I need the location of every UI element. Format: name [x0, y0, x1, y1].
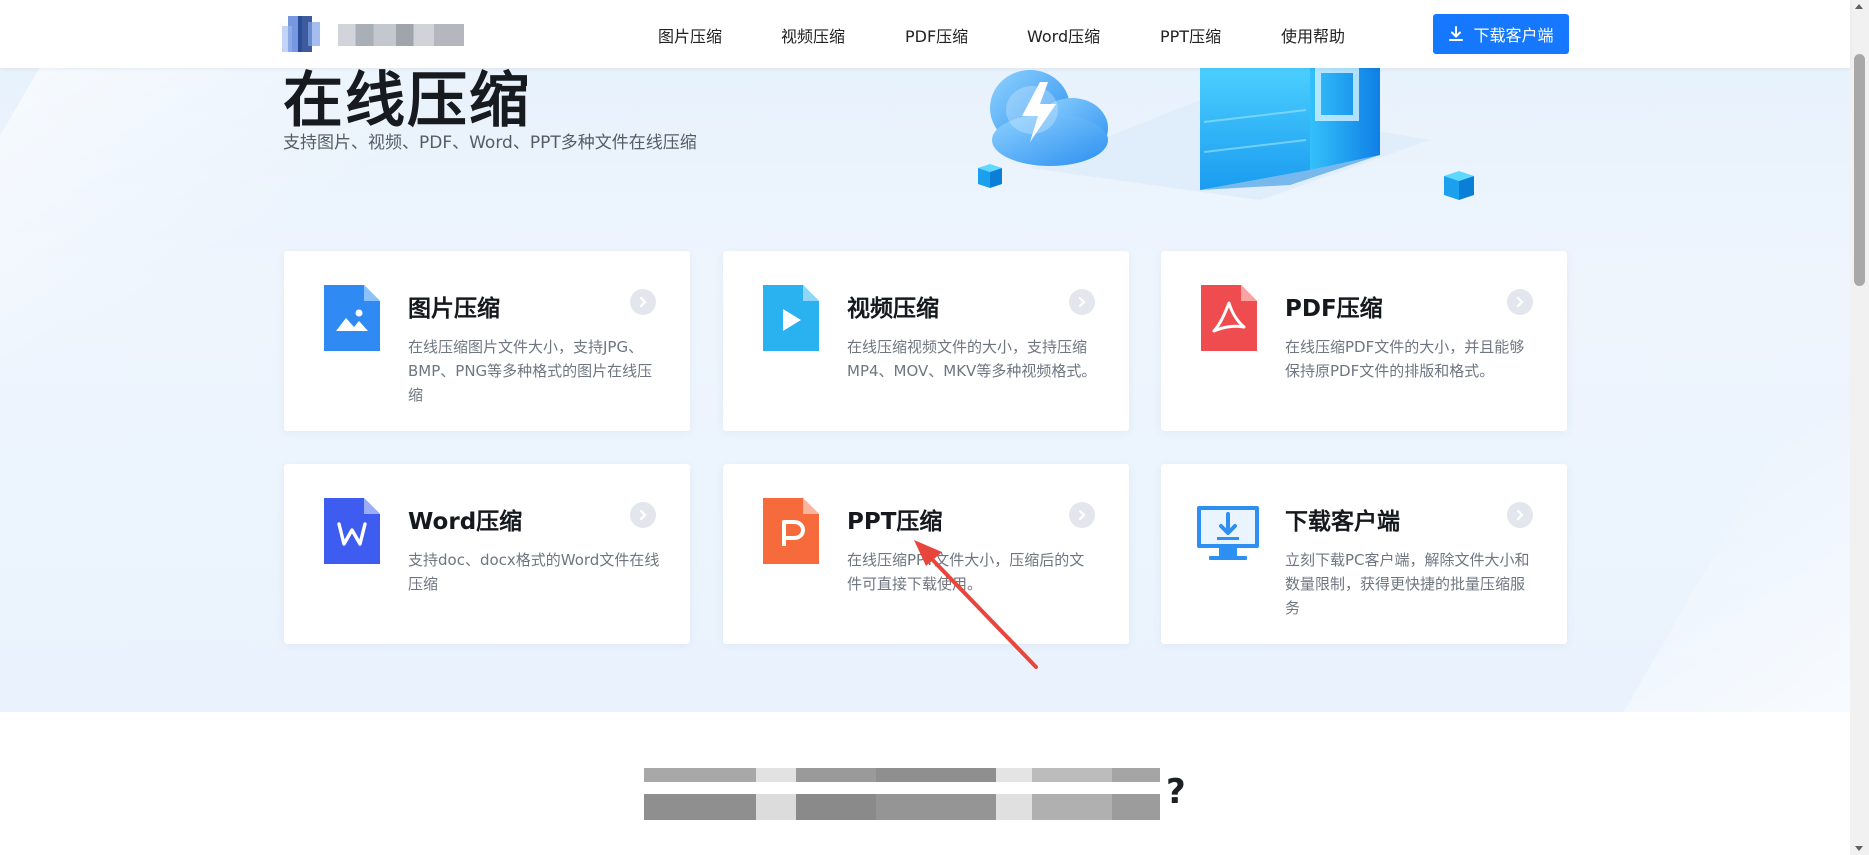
hero-subtitle: 支持图片、视频、PDF、Word、PPT多种文件在线压缩	[283, 133, 697, 153]
card-description: 在线压缩PPT文件大小，压缩后的文件可直接下载使用。	[847, 551, 1085, 593]
scroll-up-arrow-icon[interactable]	[1855, 4, 1863, 9]
word-file-icon	[324, 498, 380, 564]
card-description: 在线压缩PDF文件的大小，并且能够保持原PDF文件的排版和格式。	[1285, 338, 1525, 380]
site-logo[interactable]	[282, 16, 467, 52]
nav-image-compress[interactable]: 图片压缩	[658, 23, 722, 47]
card-title: PDF压缩	[1285, 296, 1383, 322]
chevron-right-icon[interactable]	[630, 289, 656, 315]
card-description: 在线压缩视频文件的大小，支持压缩MP4、MOV、MKV等多种视频格式。	[847, 338, 1097, 380]
hero-light-beam	[1607, 420, 1850, 712]
section-heading-question-mark: ?	[1166, 772, 1186, 812]
top-navbar: 图片压缩 视频压缩 PDF压缩 Word压缩 PPT压缩 使用帮助 下载客户端	[0, 0, 1850, 68]
ppt-file-icon	[763, 498, 819, 564]
card-ppt-compress[interactable]: PPT压缩 在线压缩PPT文件大小，压缩后的文件可直接下载使用。	[723, 464, 1129, 644]
video-file-icon	[763, 285, 819, 351]
card-title: 视频压缩	[847, 296, 939, 322]
nav-help[interactable]: 使用帮助	[1281, 23, 1345, 47]
chevron-right-icon[interactable]	[1507, 289, 1533, 315]
card-download-client[interactable]: 下载客户端 立刻下载PC客户端，解除文件大小和数量限制，获得更快捷的批量压缩服务	[1161, 464, 1567, 644]
nav-video-compress[interactable]: 视频压缩	[781, 23, 845, 47]
chevron-right-icon[interactable]	[1069, 502, 1095, 528]
image-file-icon	[324, 285, 380, 351]
chevron-right-icon[interactable]	[630, 502, 656, 528]
chevron-right-icon[interactable]	[1507, 502, 1533, 528]
card-title: 图片压缩	[408, 296, 500, 322]
card-pdf-compress[interactable]: PDF压缩 在线压缩PDF文件的大小，并且能够保持原PDF文件的排版和格式。	[1161, 251, 1567, 431]
download-icon	[1449, 26, 1464, 41]
card-description: 在线压缩图片文件大小，支持JPG、BMP、PNG等多种格式的图片在线压缩	[408, 338, 653, 404]
card-title: PPT压缩	[847, 509, 943, 535]
logo-icon	[282, 16, 326, 52]
nav-pdf-compress[interactable]: PDF压缩	[905, 23, 968, 47]
page-scrollbar[interactable]	[1850, 0, 1869, 855]
download-client-label: 下载客户端	[1473, 26, 1554, 45]
monitor-download-icon	[1197, 506, 1259, 560]
scroll-down-arrow-icon[interactable]	[1855, 846, 1863, 851]
nav-ppt-compress[interactable]: PPT压缩	[1160, 23, 1221, 47]
pdf-file-icon	[1201, 285, 1257, 351]
card-video-compress[interactable]: 视频压缩 在线压缩视频文件的大小，支持压缩MP4、MOV、MKV等多种视频格式。	[723, 251, 1129, 431]
card-description: 支持doc、docx格式的Word文件在线压缩	[408, 551, 660, 593]
card-word-compress[interactable]: Word压缩 支持doc、docx格式的Word文件在线压缩	[284, 464, 690, 644]
scrollbar-thumb[interactable]	[1854, 54, 1865, 286]
hero-illustration	[978, 60, 1474, 200]
section-heading-blurred	[644, 768, 1160, 820]
logo-text-blurred	[338, 24, 464, 46]
download-client-button[interactable]: 下载客户端	[1433, 14, 1569, 54]
card-image-compress[interactable]: 图片压缩 在线压缩图片文件大小，支持JPG、BMP、PNG等多种格式的图片在线压…	[284, 251, 690, 431]
nav-word-compress[interactable]: Word压缩	[1027, 23, 1100, 47]
card-description: 立刻下载PC客户端，解除文件大小和数量限制，获得更快捷的批量压缩服务	[1285, 551, 1530, 617]
chevron-right-icon[interactable]	[1069, 289, 1095, 315]
card-title: Word压缩	[408, 509, 523, 535]
card-title: 下载客户端	[1285, 509, 1400, 535]
